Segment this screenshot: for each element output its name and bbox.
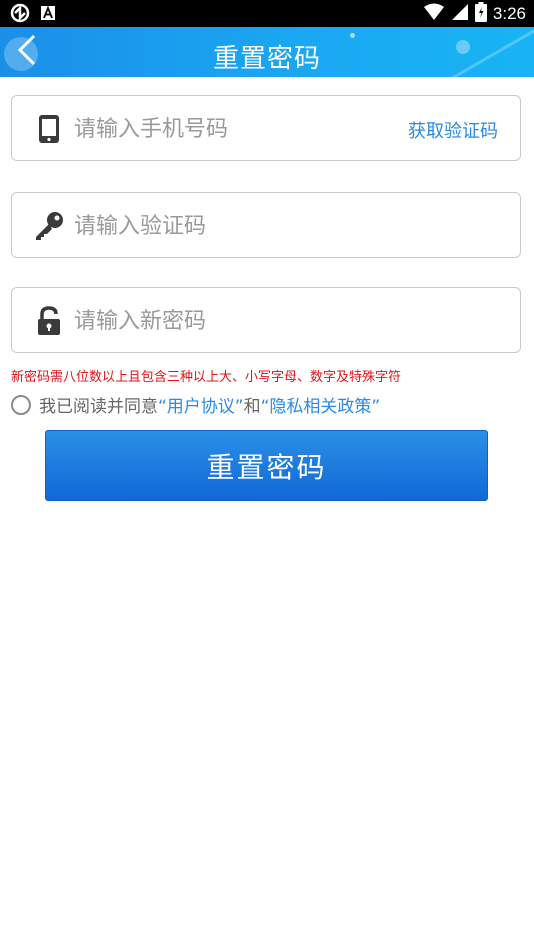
phone-input[interactable]	[72, 108, 406, 150]
app-bar: 重置密码	[0, 27, 534, 77]
password-input[interactable]	[72, 300, 406, 342]
agreement-conjunction: 和	[243, 397, 261, 417]
signal-icon	[451, 3, 469, 25]
privacy-policy-link[interactable]: “隐私相关政策”	[261, 392, 381, 417]
password-field	[11, 287, 521, 353]
get-code-button[interactable]: 获取验证码	[408, 117, 498, 143]
password-hint: 新密码需八位数以上且包含三种以上大、小写字母、数字及特殊字符	[11, 370, 402, 385]
wifi-icon	[423, 3, 445, 25]
a-icon	[40, 5, 56, 25]
phone-field: 获取验证码	[11, 95, 521, 161]
key-icon	[32, 209, 66, 243]
agreement-row: 我已阅读并同意 “用户协议” 和 “隐私相关政策”	[11, 392, 380, 417]
status-bar: 3:26	[0, 0, 534, 27]
code-field	[11, 192, 521, 258]
phone-icon	[32, 112, 66, 146]
page-title: 重置密码	[212, 44, 321, 74]
battery-icon	[474, 2, 487, 26]
sync-icon	[10, 3, 30, 27]
status-time: 3:26	[492, 4, 526, 23]
lock-icon	[32, 304, 66, 338]
reset-password-button[interactable]: 重置密码	[45, 430, 488, 501]
user-agreement-link[interactable]: “用户协议”	[158, 392, 244, 417]
code-input[interactable]	[72, 205, 406, 247]
agree-radio[interactable]	[11, 394, 31, 415]
agreement-prefix: 我已阅读并同意	[39, 397, 158, 417]
